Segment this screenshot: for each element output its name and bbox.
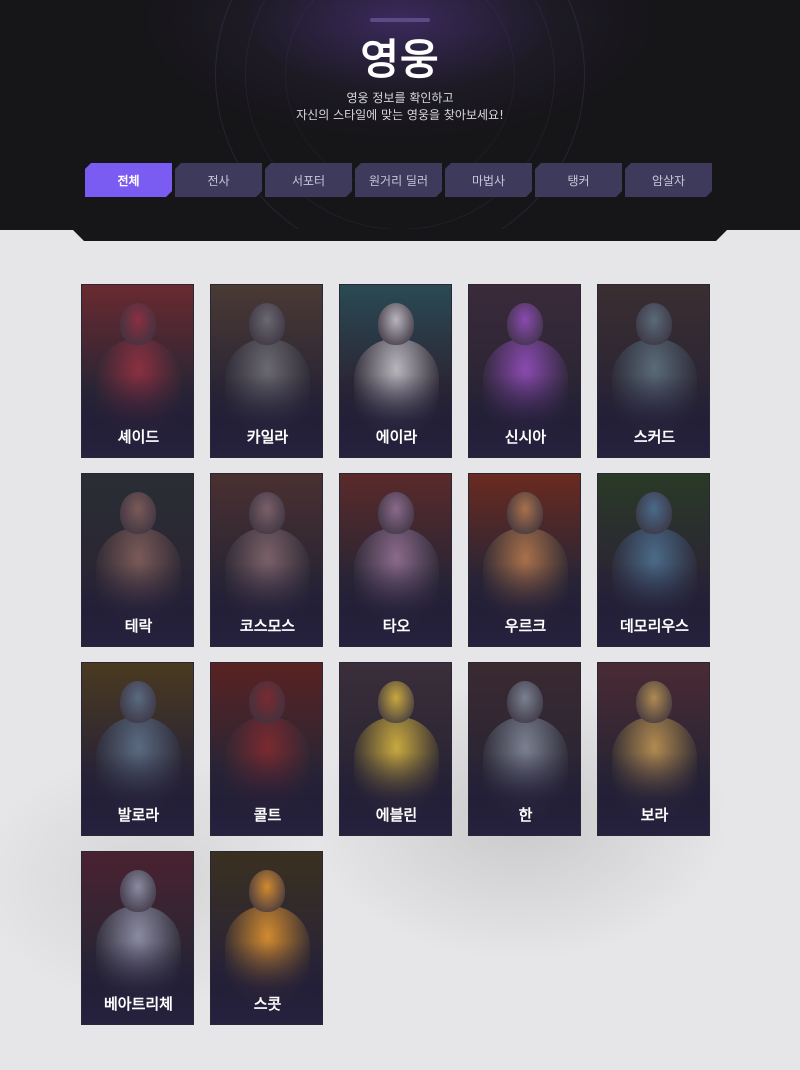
hero-portrait-head xyxy=(636,681,672,723)
hero-portrait-head xyxy=(636,492,672,534)
hero-name: 에블린 xyxy=(375,806,418,824)
hero-card[interactable]: 에블린 xyxy=(339,662,452,836)
hero-card[interactable]: 코스모스 xyxy=(210,473,323,647)
hero-card[interactable]: 한 xyxy=(468,662,581,836)
hero-name: 스콧 xyxy=(253,995,282,1013)
hero-name: 테락 xyxy=(124,617,153,635)
hero-portrait-head xyxy=(636,303,672,345)
hero-card[interactable]: 우르크 xyxy=(468,473,581,647)
hero-portrait-head xyxy=(507,681,543,723)
hero-card[interactable]: 베아트리체 xyxy=(81,851,194,1025)
hero-card[interactable]: 스콧 xyxy=(210,851,323,1025)
hero-portrait-head xyxy=(249,870,285,912)
hero-portrait-head xyxy=(507,492,543,534)
hero-portrait-head xyxy=(249,303,285,345)
hero-card[interactable]: 신시아 xyxy=(468,284,581,458)
hero-card[interactable]: 보라 xyxy=(597,662,710,836)
hero-name: 신시아 xyxy=(504,428,547,446)
hero-name: 타오 xyxy=(382,617,411,635)
hero-name: 데모리우스 xyxy=(619,617,689,635)
hero-portrait-head xyxy=(507,303,543,345)
hero-name: 셰이드 xyxy=(117,428,160,446)
hero-name: 우르크 xyxy=(504,617,547,635)
hero-card[interactable]: 발로라 xyxy=(81,662,194,836)
hero-portrait-head xyxy=(378,681,414,723)
hero-name: 보라 xyxy=(640,806,669,824)
hero-portrait-head xyxy=(120,492,156,534)
hero-card[interactable]: 에이라 xyxy=(339,284,452,458)
hero-card[interactable]: 테락 xyxy=(81,473,194,647)
hero-card[interactable]: 스커드 xyxy=(597,284,710,458)
hero-card[interactable]: 콜트 xyxy=(210,662,323,836)
hero-name: 스커드 xyxy=(633,428,676,446)
hero-card[interactable]: 타오 xyxy=(339,473,452,647)
hero-name: 발로라 xyxy=(117,806,160,824)
hero-portrait-head xyxy=(120,303,156,345)
hero-name: 콜트 xyxy=(253,806,282,824)
hero-portrait-head xyxy=(249,681,285,723)
hero-grid: 셰이드 카일라 에이라 신시아 스커드테락 코스모스 타오 우르크 데모리우스발로라 콜트 에블린 한… xyxy=(0,0,800,1070)
hero-name: 코스모스 xyxy=(239,617,296,635)
hero-name: 에이라 xyxy=(375,428,418,446)
hero-card[interactable]: 셰이드 xyxy=(81,284,194,458)
hero-portrait-head xyxy=(249,492,285,534)
hero-portrait-head xyxy=(378,303,414,345)
hero-portrait-head xyxy=(120,870,156,912)
hero-name: 베아트리체 xyxy=(103,995,173,1013)
hero-portrait-head xyxy=(378,492,414,534)
hero-card[interactable]: 데모리우스 xyxy=(597,473,710,647)
hero-portrait-head xyxy=(120,681,156,723)
hero-name: 카일라 xyxy=(246,428,289,446)
hero-name: 한 xyxy=(518,806,533,824)
hero-card[interactable]: 카일라 xyxy=(210,284,323,458)
